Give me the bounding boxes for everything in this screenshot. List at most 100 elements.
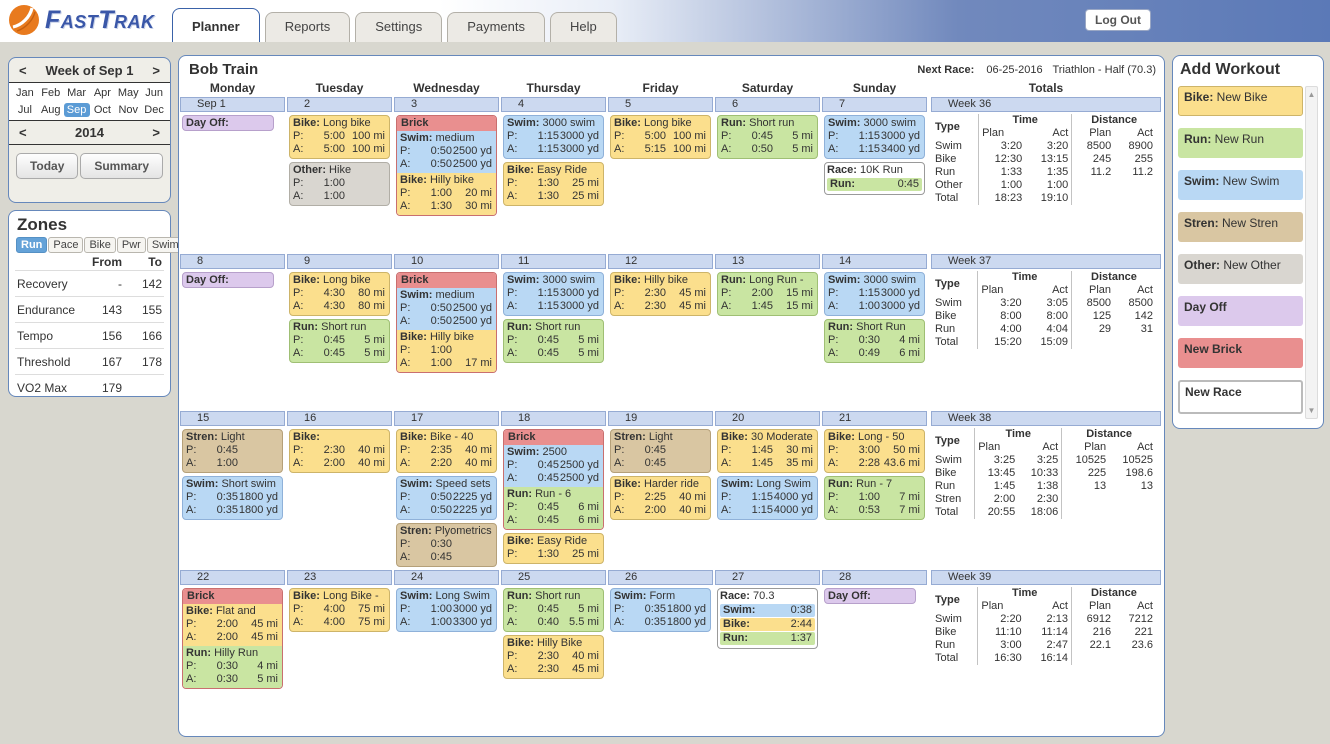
day-cell[interactable]: 15Stren: LightP:0:45A:1:00Swim: Short sw… <box>179 411 286 523</box>
workout-card-brick[interactable]: BrickBike: Flat andP:2:0045 miA:2:0045 m… <box>182 588 283 689</box>
today-button[interactable]: Today <box>16 153 78 179</box>
day-cell[interactable]: 12Bike: Hilly bikeP:2:3045 miA:2:3045 mi <box>607 254 714 319</box>
day-cell[interactable]: 13Run: Long Run -P:2:0015 miA:1:4515 mi <box>714 254 821 319</box>
workout-card-stren[interactable]: Stren: PlyometricsP:0:30A:0:45 <box>396 523 497 567</box>
day-cell[interactable]: 14Swim: 3000 swimP:1:153000 ydA:1:003000… <box>821 254 928 366</box>
workout-card-run[interactable]: Run: Short runP:0:455 miA:0:505 mi <box>717 115 818 159</box>
workout-card-run[interactable]: Run: Short runP:0:455 miA:0:455 mi <box>503 319 604 363</box>
summary-button[interactable]: Summary <box>80 153 163 179</box>
workout-card-bike[interactable]: Bike: Harder rideP:2:2540 miA:2:0040 mi <box>610 476 711 520</box>
workout-card-bike[interactable]: Bike: Hilly bikeP:2:3045 miA:2:3045 mi <box>610 272 711 316</box>
month-jul[interactable]: Jul <box>12 103 38 117</box>
day-cell[interactable]: 16Bike: P:2:3040 miA:2:0040 mi <box>286 411 393 476</box>
tab-planner[interactable]: Planner <box>172 8 260 42</box>
workout-card-bike[interactable]: Bike: 30 ModerateP:1:4530 miA:1:4535 mi <box>717 429 818 473</box>
add-workout-stren[interactable]: Stren: New Stren <box>1178 212 1303 242</box>
workout-card-run[interactable]: Run: Short RunP:0:304 miA:0:496 mi <box>824 319 925 363</box>
workout-card-bike[interactable]: Bike: P:2:3040 miA:2:0040 mi <box>289 429 390 473</box>
day-cell[interactable]: 17Bike: Bike - 40P:2:3540 miA:2:2040 miS… <box>393 411 500 570</box>
day-cell[interactable]: 10BrickSwim: mediumP:0:502500 ydA:0:5025… <box>393 254 500 376</box>
day-cell[interactable]: 18BrickSwim: 2500P:0:452500 ydA:0:452500… <box>500 411 607 567</box>
add-workout-bike[interactable]: Bike: New Bike <box>1178 86 1303 116</box>
workout-card-other[interactable]: Other: HikeP:1:00A:1:00 <box>289 162 390 206</box>
day-cell[interactable]: 2Bike: Long bikeP:5:00100 miA:5:00100 mi… <box>286 97 393 209</box>
workout-card-bike[interactable]: Bike: Long bikeP:5:00100 miA:5:00100 mi <box>289 115 390 159</box>
zone-tab-bike[interactable]: Bike <box>84 237 115 253</box>
workout-card-race[interactable]: Race: 70.3Swim:0:38Bike:2:44Run:1:37 <box>717 588 818 649</box>
day-cell[interactable]: 9Bike: Long bikeP:4:3080 miA:4:3080 miRu… <box>286 254 393 366</box>
day-cell[interactable]: 22BrickBike: Flat andP:2:0045 miA:2:0045… <box>179 570 286 692</box>
day-cell[interactable]: Sep 1Day Off: <box>179 97 286 134</box>
month-feb[interactable]: Feb <box>38 86 64 100</box>
add-workout-brick[interactable]: New Brick <box>1178 338 1303 368</box>
workout-card-brick[interactable]: BrickSwim: mediumP:0:502500 ydA:0:502500… <box>396 272 497 373</box>
day-cell[interactable]: 23Bike: Long Bike -P:4:0075 miA:4:0075 m… <box>286 570 393 635</box>
workout-card-bike[interactable]: Bike: Long Bike -P:4:0075 miA:4:0075 mi <box>289 588 390 632</box>
workout-card-stren[interactable]: Stren: LightP:0:45A:1:00 <box>182 429 283 473</box>
tab-payments[interactable]: Payments <box>447 12 545 42</box>
tab-help[interactable]: Help <box>550 12 617 42</box>
month-sep[interactable]: Sep <box>64 103 90 117</box>
add-workout-swim[interactable]: Swim: New Swim <box>1178 170 1303 200</box>
day-cell[interactable]: 21Bike: Long - 50P:3:0050 miA:2:2843.6 m… <box>821 411 928 523</box>
workout-card-run[interactable]: Run: Run - 7P:1:007 miA:0:537 mi <box>824 476 925 520</box>
day-cell[interactable]: 11Swim: 3000 swimP:1:153000 ydA:1:153000… <box>500 254 607 366</box>
workout-card-dayoff[interactable]: Day Off: <box>182 272 274 288</box>
workout-card-bike[interactable]: Bike: Long bikeP:4:3080 miA:4:3080 mi <box>289 272 390 316</box>
workout-card-bike[interactable]: Bike: Long - 50P:3:0050 miA:2:2843.6 mi <box>824 429 925 473</box>
month-oct[interactable]: Oct <box>90 103 116 117</box>
day-cell[interactable]: 28Day Off: <box>821 570 928 607</box>
day-cell[interactable]: 25Run: Short runP:0:455 miA:0:405.5 miBi… <box>500 570 607 682</box>
workout-card-bike[interactable]: Bike: Easy RideP:1:3025 miA:1:3025 mi <box>503 162 604 206</box>
month-apr[interactable]: Apr <box>90 86 116 100</box>
add-workout-other[interactable]: Other: New Other <box>1178 254 1303 284</box>
workout-card-swim[interactable]: Swim: FormP:0:351800 ydA:0:351800 yd <box>610 588 711 632</box>
workout-card-dayoff[interactable]: Day Off: <box>182 115 274 131</box>
day-cell[interactable]: 8Day Off: <box>179 254 286 291</box>
workout-card-swim[interactable]: Swim: Short swimP:0:351800 ydA:0:351800 … <box>182 476 283 520</box>
zone-tab-pwr[interactable]: Pwr <box>117 237 146 253</box>
month-aug[interactable]: Aug <box>38 103 64 117</box>
prev-year-icon[interactable]: < <box>19 125 27 140</box>
add-workout-race[interactable]: New Race <box>1178 380 1303 414</box>
workout-card-dayoff[interactable]: Day Off: <box>824 588 916 604</box>
tab-reports[interactable]: Reports <box>265 12 351 42</box>
zone-tab-pace[interactable]: Pace <box>48 237 83 253</box>
workout-card-run[interactable]: Run: Long Run -P:2:0015 miA:1:4515 mi <box>717 272 818 316</box>
month-nov[interactable]: Nov <box>115 103 141 117</box>
workout-card-bike[interactable]: Bike: Hilly BikeP:2:3040 miA:2:3045 mi <box>503 635 604 679</box>
workout-card-bike[interactable]: Bike: Long bikeP:5:00100 miA:5:15100 mi <box>610 115 711 159</box>
day-cell[interactable]: 6Run: Short runP:0:455 miA:0:505 mi <box>714 97 821 162</box>
workout-card-bike[interactable]: Bike: Easy RideP:1:3025 mi <box>503 533 604 564</box>
workout-card-swim[interactable]: Swim: 3000 swimP:1:153000 ydA:1:153000 y… <box>503 115 604 159</box>
month-jan[interactable]: Jan <box>12 86 38 100</box>
month-dec[interactable]: Dec <box>141 103 167 117</box>
workout-card-run[interactable]: Run: Short runP:0:455 miA:0:405.5 mi <box>503 588 604 632</box>
day-cell[interactable]: 3BrickSwim: mediumP:0:502500 ydA:0:50250… <box>393 97 500 219</box>
zone-tab-run[interactable]: Run <box>16 237 47 253</box>
day-cell[interactable]: 26Swim: FormP:0:351800 ydA:0:351800 yd <box>607 570 714 635</box>
logout-button[interactable]: Log Out <box>1085 9 1151 31</box>
workout-card-swim[interactable]: Swim: 3000 swimP:1:153000 ydA:1:003000 y… <box>824 272 925 316</box>
next-week-icon[interactable]: > <box>152 63 160 78</box>
workout-card-swim[interactable]: Swim: Long SwimP:1:003000 ydA:1:003300 y… <box>396 588 497 632</box>
scroll-up-icon[interactable]: ▲ <box>1306 90 1317 99</box>
workout-card-bike[interactable]: Bike: Bike - 40P:2:3540 miA:2:2040 mi <box>396 429 497 473</box>
add-workout-run[interactable]: Run: New Run <box>1178 128 1303 158</box>
month-jun[interactable]: Jun <box>141 86 167 100</box>
day-cell[interactable]: 27Race: 70.3Swim:0:38Bike:2:44Run:1:37 <box>714 570 821 652</box>
scrollbar[interactable]: ▲ ▼ <box>1305 86 1318 419</box>
day-cell[interactable]: 20Bike: 30 ModerateP:1:4530 miA:1:4535 m… <box>714 411 821 523</box>
add-workout-dayoff[interactable]: Day Off <box>1178 296 1303 326</box>
prev-week-icon[interactable]: < <box>19 63 27 78</box>
workout-card-run[interactable]: Run: Short runP:0:455 miA:0:455 mi <box>289 319 390 363</box>
workout-card-brick[interactable]: BrickSwim: mediumP:0:502500 ydA:0:502500… <box>396 115 497 216</box>
workout-card-swim[interactable]: Swim: Speed setsP:0:502225 ydA:0:502225 … <box>396 476 497 520</box>
workout-card-race[interactable]: Race: 10K RunRun:0:45 <box>824 162 925 195</box>
scroll-down-icon[interactable]: ▼ <box>1306 406 1317 415</box>
workout-card-swim[interactable]: Swim: 3000 swimP:1:153000 ydA:1:153400 y… <box>824 115 925 159</box>
month-mar[interactable]: Mar <box>64 86 90 100</box>
workout-card-stren[interactable]: Stren: LightP:0:45A:0:45 <box>610 429 711 473</box>
next-year-icon[interactable]: > <box>152 125 160 140</box>
day-cell[interactable]: 24Swim: Long SwimP:1:003000 ydA:1:003300… <box>393 570 500 635</box>
